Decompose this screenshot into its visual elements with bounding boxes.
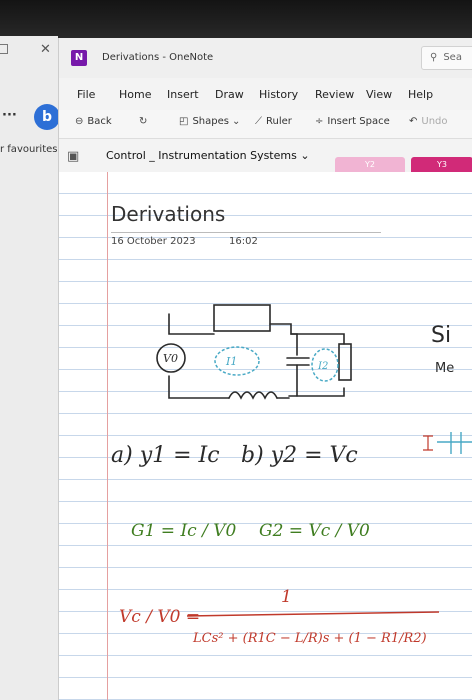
insert-space-icon: ÷	[315, 116, 324, 127]
menu-file[interactable]: File	[77, 88, 95, 101]
shapes-label: Shapes	[192, 116, 229, 127]
search-placeholder: Sea	[443, 52, 462, 63]
undo-label: Undo	[421, 116, 448, 127]
insert-space-button[interactable]: ÷ Insert Space	[315, 116, 390, 127]
section-selector[interactable]: Control _ Instrumentation Systems ⌄	[106, 149, 310, 162]
lasso-button[interactable]: ↻	[139, 116, 151, 127]
menu-draw[interactable]: Draw	[215, 88, 244, 101]
ruler-icon: ⟋	[255, 116, 262, 127]
search-input[interactable]: ⚲ Sea	[421, 46, 472, 70]
back-label: Back	[87, 116, 112, 127]
window-title: Derivations - OneNote	[102, 52, 214, 63]
g1-text: G1 = Ic / V0	[131, 521, 236, 541]
part-b-text: b) y2 = Vc	[241, 443, 358, 468]
side-note-2: Me	[435, 361, 454, 376]
part-a-text: a) y1 = Ic	[111, 443, 220, 468]
section-label: Control _ Instrumentation Systems	[106, 149, 297, 162]
toolbar: ⊖ Back ↻ ◰ Shapes ⌄ ⟋ Ruler ÷ Insert Space ↶ U…	[59, 110, 472, 138]
tab-y3[interactable]: Y3	[411, 157, 472, 173]
ruler-button[interactable]: ⟋ Ruler	[255, 116, 292, 127]
tf-denominator: LCs² + (R1C − L/R)s + (1 − R1/R2)	[192, 631, 427, 646]
source-label: V0	[163, 352, 178, 365]
side-note-1: Si	[431, 323, 451, 348]
undo-icon: ↶	[409, 116, 418, 127]
undo-button[interactable]: ↶ Undo	[409, 116, 448, 127]
menu-review[interactable]: Review	[315, 88, 354, 101]
back-button[interactable]: ⊖ Back	[75, 116, 112, 127]
tf-lhs-text: Vc / V0 =	[119, 607, 200, 627]
shapes-button[interactable]: ◰ Shapes ⌄	[179, 116, 244, 127]
side-ink-mark	[423, 435, 433, 451]
side-sketch	[437, 432, 472, 454]
onenote-window: N Derivations - OneNote ⚲ Sea File Home I…	[58, 38, 472, 700]
chevron-down-icon: ⌄	[231, 116, 241, 127]
page-canvas[interactable]: Derivations 16 October 2023 16:02 V0 I1 …	[59, 172, 472, 700]
menu-help[interactable]: Help	[408, 88, 433, 101]
tf-numerator: 1	[281, 587, 292, 607]
onenote-icon: N	[71, 50, 87, 66]
menu-history[interactable]: History	[259, 88, 298, 101]
tab-y2[interactable]: Y2	[335, 157, 405, 173]
notebook-icon[interactable]: ▣	[67, 149, 79, 164]
close-icon[interactable]: ✕	[40, 42, 51, 57]
notebook-bar: ▣ Control _ Instrumentation Systems ⌄ Y2…	[59, 138, 472, 173]
search-icon: ⚲	[430, 52, 438, 63]
photo-bezel	[0, 0, 472, 42]
chevron-down-icon: ⌄	[300, 149, 310, 162]
menu-insert[interactable]: Insert	[167, 88, 199, 101]
menu-view[interactable]: View	[366, 88, 392, 101]
back-arrow-icon: ⊖	[75, 116, 84, 127]
favourites-label[interactable]: r favourites	[0, 144, 58, 155]
title-bar: N Derivations - OneNote ⚲ Sea	[59, 38, 472, 78]
restore-icon[interactable]	[0, 44, 8, 54]
shapes-icon: ◰	[179, 116, 189, 127]
fraction-bar	[186, 611, 440, 617]
bing-icon[interactable]: b	[34, 104, 60, 130]
menu-bar: File Home Insert Draw History Review Vie…	[59, 78, 472, 110]
browser-sidebar: ✕ ··· b r favourites	[0, 36, 60, 700]
insert-space-label: Insert Space	[327, 116, 390, 127]
loop1-label: I1	[225, 355, 237, 368]
g2-text: G2 = Vc / V0	[259, 521, 370, 541]
ink-layer[interactable]: V0 I1 I2 a) y1 = Ic b) y2 = Vc G1 = Ic /…	[59, 172, 472, 700]
menu-home[interactable]: Home	[119, 88, 151, 101]
lasso-icon: ↻	[139, 116, 148, 127]
ruler-label: Ruler	[266, 116, 292, 127]
loop2-label: I2	[317, 361, 328, 372]
more-icon[interactable]: ···	[2, 108, 17, 123]
